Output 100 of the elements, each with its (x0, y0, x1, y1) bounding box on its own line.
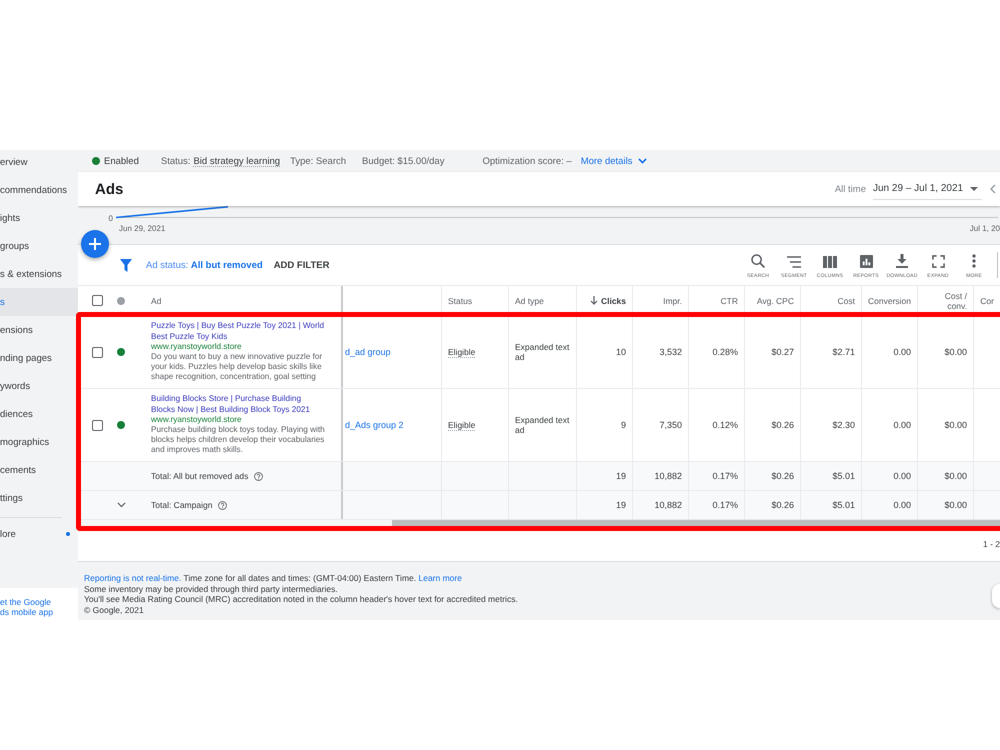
lines-icon (787, 256, 801, 268)
caret-down-icon (970, 186, 978, 190)
column-header[interactable]: CTR (689, 286, 745, 315)
sidebar-item[interactable]: diences (0, 400, 78, 428)
date-range-label: All time (834, 184, 866, 194)
status-dot-icon (92, 157, 100, 165)
date-range-dropdown[interactable]: Jun 29 – Jul 1, 2021 (873, 178, 982, 200)
budget-text: Budget: $15.00/day (362, 156, 444, 166)
footer-text: Some inventory may be provided through third party intermediaries. (84, 584, 339, 594)
table-cell: 3,532 (659, 347, 682, 357)
filter-chip[interactable]: Ad status: All but removed (146, 260, 263, 270)
page-title: Ads (95, 180, 124, 198)
table-cell: 0.00 (893, 420, 911, 430)
table-cell: 9 (620, 420, 626, 430)
column-header[interactable]: Conversion (862, 286, 918, 315)
column-header[interactable]: Ad (140, 286, 343, 315)
more-icon (972, 254, 976, 268)
column-header[interactable]: Clicks (577, 286, 633, 315)
table-cell: $0.00 (944, 500, 967, 510)
table-cell: 10,882 (654, 471, 682, 481)
ad-headline-link[interactable]: Puzzle Toys | Buy Best Puzzle Toy 2021 | World Best Puzzle Toy Kids (151, 321, 326, 342)
table-cell: $0.26 (771, 420, 794, 430)
column-header[interactable]: Cor (974, 286, 1000, 315)
sidebar-item[interactable]: ywords (0, 372, 78, 400)
table-cell: $0.27 (771, 347, 794, 357)
column-header[interactable]: Cost / conv. (918, 286, 974, 315)
status-text: Eligible (448, 420, 476, 430)
axis-tick-label: 0 (108, 214, 114, 224)
sidebar-item[interactable]: groups (0, 232, 78, 260)
axis-date-label: Jul 1, 20 (970, 224, 1000, 234)
ad-group-link[interactable]: d_ad group (345, 347, 391, 357)
table-cell: 0.17% (712, 500, 738, 510)
learn-more-link[interactable]: Learn more (418, 573, 462, 583)
table-cell: 7,350 (659, 420, 682, 430)
table-cell: $0.26 (771, 500, 794, 510)
column-header[interactable]: Ad type (509, 286, 577, 315)
chevron-left-icon[interactable] (990, 184, 996, 194)
chevron-down-icon (638, 158, 648, 164)
row-checkbox[interactable] (92, 346, 103, 358)
column-header[interactable]: Impr. (633, 286, 689, 315)
help-icon[interactable] (254, 472, 264, 480)
footer-text: © Google, 2021 (84, 604, 145, 615)
scrollbar-thumb[interactable] (392, 520, 1000, 526)
campaign-status-text: Enabled (104, 156, 139, 166)
table-cell: 0.28% (712, 347, 738, 357)
sidebar-item[interactable]: mographics (0, 428, 78, 456)
columns-icon (823, 256, 837, 268)
ad-url: www.ryanstoyworld.store (151, 342, 243, 352)
table-cell: 19 (616, 471, 626, 481)
ad-type-text: Expanded text ad (515, 342, 570, 362)
add-filter-button[interactable]: ADD FILTER (274, 260, 330, 270)
table-cell: $5.01 (832, 471, 855, 481)
table-cell: $5.01 (832, 500, 855, 510)
sidebar-item[interactable]: ensions (0, 316, 78, 344)
column-header[interactable]: Cost (801, 286, 862, 315)
ad-type-text: Expanded text ad (515, 415, 570, 435)
table-cell: 10 (616, 347, 626, 357)
table-cell: $2.71 (832, 347, 855, 357)
sort-arrow-icon (590, 296, 598, 305)
ad-description: Do you want to buy a new innovative puzzle for your kids. Puzzles help develop basic skills like shape recognition, concentration, goal setting (151, 352, 324, 383)
table-cell: $0.00 (944, 420, 967, 430)
total-label: Total: All but removed ads (151, 471, 248, 481)
bid-status-label: Status: (160, 156, 190, 166)
filter-icon[interactable] (120, 258, 132, 272)
table-cell: $2.30 (832, 420, 855, 430)
sidebar-item[interactable]: s & extensions (0, 260, 78, 288)
bid-status-value: Bid strategy learning (193, 156, 280, 166)
sidebar-item[interactable]: lore (0, 521, 78, 547)
ad-description: Purchase building block toys today. Playing with blocks helps children develop their vocabularies and improves math skills. (151, 425, 326, 456)
status-dot-icon (117, 296, 125, 304)
ad-url: www.ryanstoyworld.store (151, 414, 243, 425)
axis-date-label: Jun 29, 2021 (119, 224, 166, 234)
optimization-score-text: Optimization score: – (482, 156, 572, 166)
ad-headline-link[interactable]: Building Blocks Store | Purchase Building Blocks Now | Best Building Block Toys 2021 (151, 394, 326, 415)
more-details-link[interactable]: More details (580, 156, 648, 166)
sidebar-item[interactable]: commendations (0, 176, 78, 204)
table-cell: $0.26 (771, 471, 794, 481)
column-header[interactable]: Status (442, 286, 509, 315)
total-label: Total: Campaign (151, 500, 212, 510)
chevron-down-icon[interactable] (117, 502, 126, 508)
sidebar-item[interactable]: erview (0, 150, 78, 176)
ad-group-link[interactable]: d_Ads group 2 (345, 420, 404, 430)
reporting-link[interactable]: Reporting is not real-time. (84, 573, 182, 583)
select-all-checkbox[interactable] (92, 295, 103, 306)
table-cell: $0.00 (944, 347, 967, 357)
sidebar-item[interactable]: cements (0, 456, 78, 484)
sidebar-item[interactable]: ttings (0, 484, 78, 512)
column-header[interactable]: Avg. CPC (745, 286, 801, 315)
notification-dot-icon (66, 532, 70, 536)
help-icon[interactable] (218, 500, 228, 510)
table-cell: 0.00 (893, 500, 911, 510)
sidebar-item[interactable]: nding pages (0, 344, 78, 372)
table-cell: 0.00 (893, 347, 911, 357)
sidebar-item[interactable]: ights (0, 204, 78, 232)
footer-text: You'll see Media Rating Council (MRC) accreditation noted in the column header's hover text for accredited metrics. (84, 594, 519, 604)
sidebar-item[interactable]: s (0, 288, 78, 316)
bar-chart-icon (860, 255, 872, 268)
table-cell: 10,882 (654, 500, 682, 510)
row-checkbox[interactable] (92, 420, 103, 430)
app-download-link[interactable]: et the Google ds mobile app (0, 597, 60, 617)
